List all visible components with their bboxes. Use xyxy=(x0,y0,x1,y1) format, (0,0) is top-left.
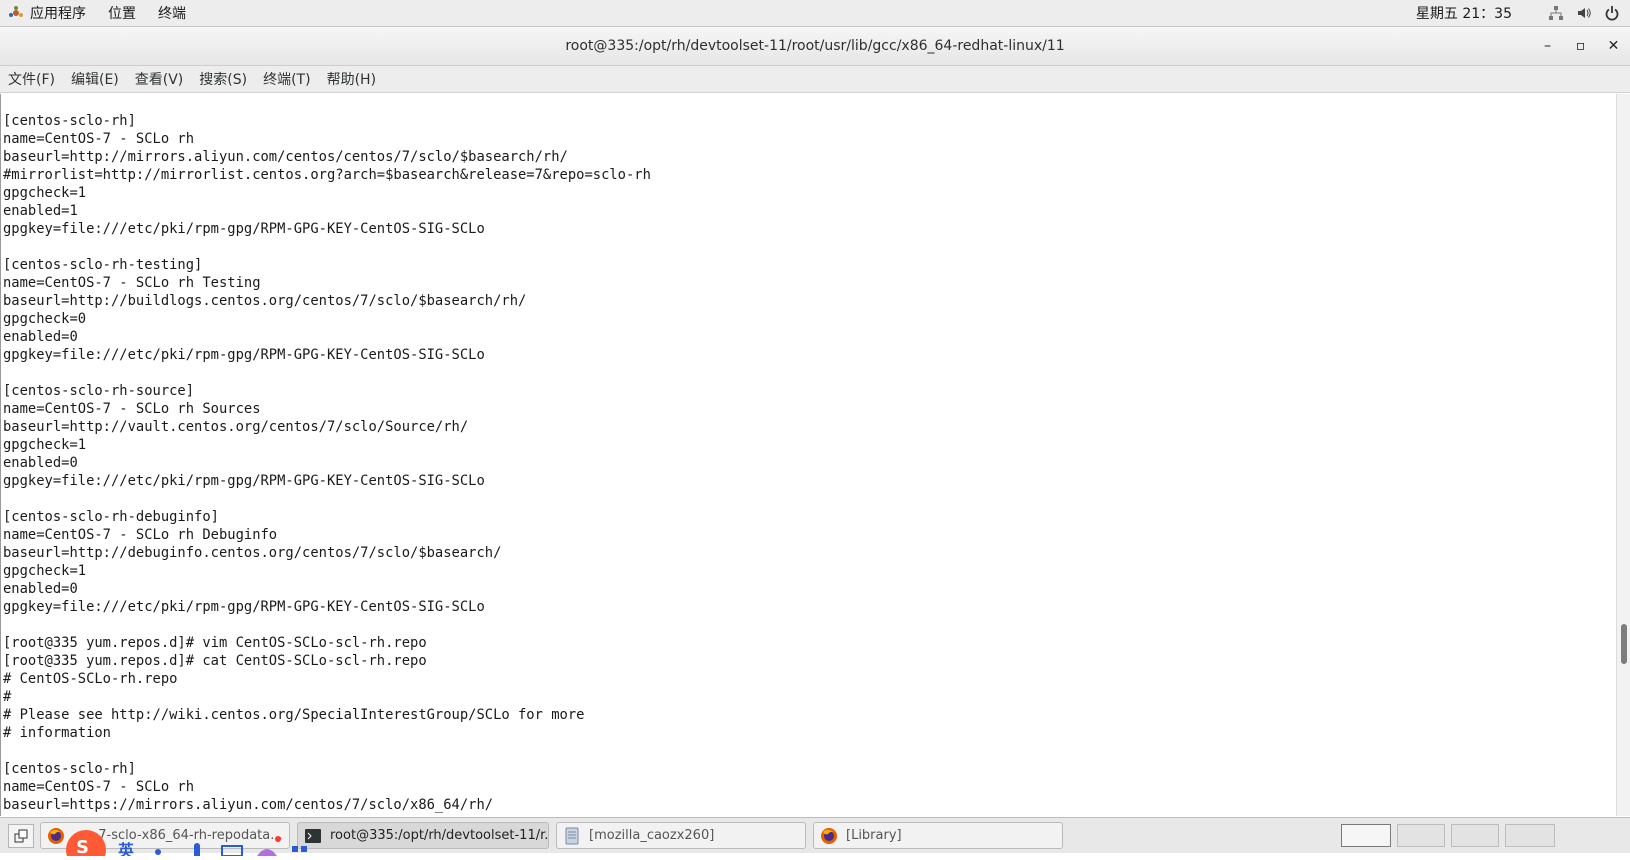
terminal-line: gpgkey=file:///etc/pki/rpm-gpg/RPM-GPG-K… xyxy=(3,347,485,363)
terminal-line: name=CentOS-7 - SCLo rh Testing xyxy=(3,275,261,291)
terminal-line: [centos-sclo-rh] xyxy=(3,113,136,129)
terminal-line: [centos-sclo-rh-source] xyxy=(3,383,195,399)
file-manager-icon xyxy=(565,827,579,844)
network-icon[interactable] xyxy=(1546,3,1566,23)
workspace-1[interactable] xyxy=(1341,824,1391,847)
clock[interactable]: 星期五 21：35 xyxy=(1416,3,1512,23)
terminal-line: [centos-sclo-rh-debuginfo] xyxy=(3,509,219,525)
power-icon[interactable] xyxy=(1602,3,1622,23)
maximize-button[interactable]: ▫ xyxy=(1564,27,1597,65)
terminal-line: baseurl=http://vault.centos.org/centos/7… xyxy=(3,419,469,435)
firefox-icon xyxy=(821,827,837,844)
terminal-text: [centos-sclo-rh] name=CentOS-7 - SCLo rh… xyxy=(1,94,1616,814)
top-bar: 应用程序 位置 终端 星期五 21：35 xyxy=(0,0,1630,27)
terminal-line: # Please see http://wiki.centos.org/Spec… xyxy=(3,707,585,723)
terminal-scrollbar[interactable] xyxy=(1616,94,1630,816)
terminal-output[interactable]: [centos-sclo-rh] name=CentOS-7 - SCLo rh… xyxy=(0,94,1616,816)
workspace-4[interactable] xyxy=(1505,824,1555,847)
menu-edit[interactable]: 编辑(E) xyxy=(71,69,119,89)
terminal-line: [centos-sclo-rh-testing] xyxy=(3,257,203,273)
task-terminal[interactable]: root@335:/opt/rh/devtoolset-11/r... xyxy=(297,822,549,849)
terminal-line: # information xyxy=(3,725,111,741)
applications-menu[interactable]: 应用程序 xyxy=(30,3,86,23)
task-firefox-repodata[interactable]: ...o-7-sclo-x86_64-rh-repodata... xyxy=(40,822,290,849)
terminal-line: gpgcheck=1 xyxy=(3,563,87,579)
terminal-line: name=CentOS-7 - SCLo rh Debuginfo xyxy=(3,527,278,543)
applications-icon[interactable] xyxy=(8,5,24,21)
terminal-line: [centos-sclo-rh] xyxy=(3,761,136,777)
task-firefox-library[interactable]: [Library] xyxy=(813,822,1063,849)
terminal-line: name=CentOS-7 - SCLo rh Sources xyxy=(3,401,261,417)
menu-view[interactable]: 查看(V) xyxy=(135,69,184,89)
menu-help[interactable]: 帮助(H) xyxy=(327,69,376,89)
menu-search[interactable]: 搜索(S) xyxy=(199,69,247,89)
terminal-line: name=CentOS-7 - SCLo rh xyxy=(3,779,195,795)
terminal-line: enabled=0 xyxy=(3,581,78,597)
terminal-line: baseurl=http://mirrors.aliyun.com/centos… xyxy=(3,149,568,165)
show-desktop-button[interactable] xyxy=(8,824,34,848)
minimize-button[interactable]: – xyxy=(1531,27,1564,65)
task-label: [Library] xyxy=(846,828,902,843)
terminal-line: baseurl=http://debuginfo.centos.org/cent… xyxy=(3,545,502,561)
terminal-line: name=CentOS-7 - SCLo rh xyxy=(3,131,195,147)
window-title: root@335:/opt/rh/devtoolset-11/root/usr/… xyxy=(565,38,1065,54)
firefox-icon xyxy=(48,827,64,844)
terminal-line: # CentOS-SCLo-rh.repo xyxy=(3,671,178,687)
window-titlebar[interactable]: root@335:/opt/rh/devtoolset-11/root/usr/… xyxy=(0,27,1630,66)
terminal-app-menu[interactable]: 终端 xyxy=(158,3,186,23)
volume-icon[interactable] xyxy=(1574,3,1594,23)
terminal-line: [root@335 yum.repos.d]# vim CentOS-SCLo-… xyxy=(3,635,427,651)
workspace-3[interactable] xyxy=(1451,824,1499,847)
terminal-line: gpgkey=file:///etc/pki/rpm-gpg/RPM-GPG-K… xyxy=(3,599,485,615)
terminal-line: enabled=0 xyxy=(3,455,78,471)
terminal-line: gpgkey=file:///etc/pki/rpm-gpg/RPM-GPG-K… xyxy=(3,473,485,489)
terminal-line: gpgcheck=0 xyxy=(3,311,87,327)
menu-bar: 文件(F) 编辑(E) 查看(V) 搜索(S) 终端(T) 帮助(H) xyxy=(0,66,1630,93)
terminal-line: [root@335 yum.repos.d]# cat CentOS-SCLo-… xyxy=(3,653,427,669)
terminal-line: gpgcheck=1 xyxy=(3,437,87,453)
terminal-line: baseurl=http://buildlogs.centos.org/cent… xyxy=(3,293,527,309)
terminal-line: enabled=0 xyxy=(3,329,78,345)
terminal-line: gpgcheck=1 xyxy=(3,185,87,201)
menu-file[interactable]: 文件(F) xyxy=(8,69,55,89)
close-button[interactable]: ✕ xyxy=(1597,27,1630,65)
terminal-line: #mirrorlist=http://mirrorlist.centos.org… xyxy=(3,167,651,183)
taskbar: ...o-7-sclo-x86_64-rh-repodata... root@3… xyxy=(0,817,1630,860)
terminal-line: # xyxy=(3,689,12,705)
workspace-2[interactable] xyxy=(1397,824,1445,847)
task-label: [mozilla_caozx260] xyxy=(589,828,715,843)
terminal-line: gpgkey=file:///etc/pki/rpm-gpg/RPM-GPG-K… xyxy=(3,221,485,237)
terminal-line: enabled=1 xyxy=(3,203,78,219)
show-desktop-icon xyxy=(14,829,28,843)
menu-terminal[interactable]: 终端(T) xyxy=(263,69,310,89)
task-label: root@335:/opt/rh/devtoolset-11/r... xyxy=(330,828,549,843)
terminal-line: baseurl=https://mirrors.aliyun.com/cento… xyxy=(3,797,494,813)
task-label: ...o-7-sclo-x86_64-rh-repodata... xyxy=(73,828,283,843)
task-file-manager[interactable]: [mozilla_caozx260] xyxy=(556,822,806,849)
scrollbar-thumb[interactable] xyxy=(1621,624,1627,664)
places-menu[interactable]: 位置 xyxy=(108,3,136,23)
terminal-icon xyxy=(305,828,321,843)
